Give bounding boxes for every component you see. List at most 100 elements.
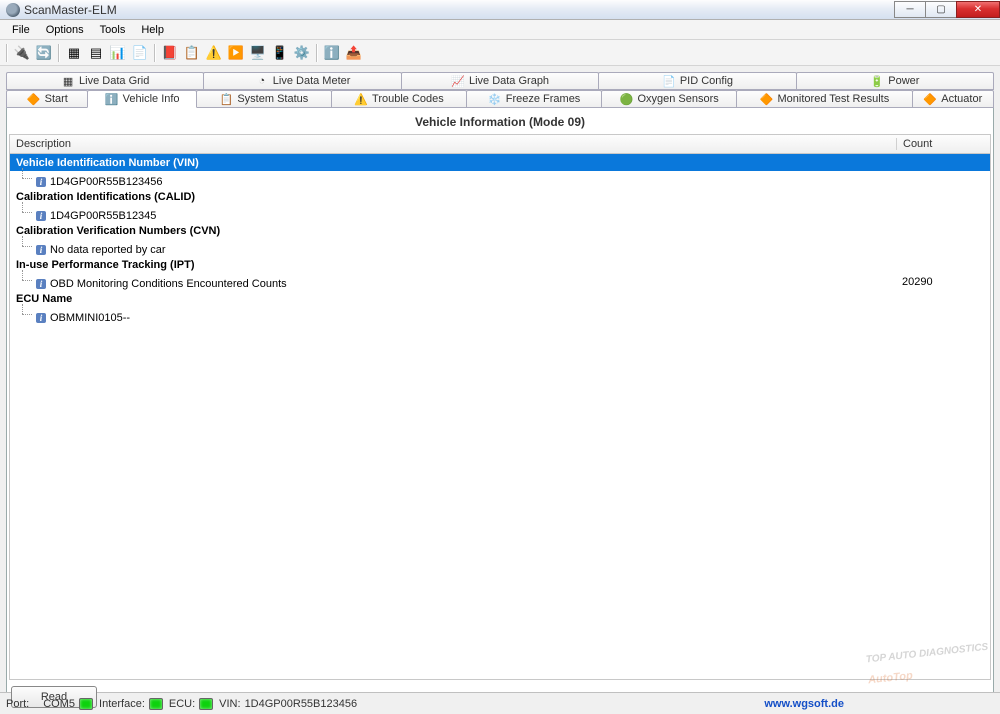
maximize-button[interactable]: ▢ xyxy=(925,1,957,18)
toolbar-sep xyxy=(316,44,318,62)
grid-icon: ▦ xyxy=(61,74,75,88)
tab-pid-config[interactable]: 📄 PID Config xyxy=(598,72,796,90)
tab-live-data-graph[interactable]: 📈Live Data Graph xyxy=(401,72,599,90)
row-label: 1D4GP00R55B12345 xyxy=(50,210,156,222)
doc-icon[interactable]: 📋 xyxy=(182,43,202,63)
row-label: OBMMINI0105-- xyxy=(50,312,130,324)
tab-label: Live Data Grid xyxy=(79,75,149,87)
port-label: Port: xyxy=(6,698,29,710)
refresh-icon[interactable]: 🔄 xyxy=(34,43,54,63)
tree-item-row[interactable]: iNo data reported by car xyxy=(10,239,990,256)
port-led-icon xyxy=(79,698,93,710)
tab-system-status[interactable]: 📋 System Status xyxy=(196,90,332,108)
row-description: iOBD Monitoring Conditions Encountered C… xyxy=(16,273,902,290)
tab-trouble-codes[interactable]: ⚠️Trouble Codes xyxy=(331,90,467,108)
monitor-icon[interactable]: 🖥️ xyxy=(248,43,268,63)
tab-start[interactable]: 🔶Start xyxy=(6,90,88,108)
tree-item-row[interactable]: iOBD Monitoring Conditions Encountered C… xyxy=(10,273,990,290)
grid-icon[interactable]: ▦ xyxy=(64,43,84,63)
toolbar-sep xyxy=(154,44,156,62)
row-count: 20290 xyxy=(902,276,984,288)
tab-label: Trouble Codes xyxy=(372,93,444,105)
upper-tab-row: ▦ Live Data Grid ◔Live Data Meter 📈Live D… xyxy=(6,72,994,90)
menu-options[interactable]: Options xyxy=(38,22,92,38)
sheet-icon[interactable]: 📄 xyxy=(130,43,150,63)
config-icon: 📄 xyxy=(662,74,676,88)
tab-live-data-meter[interactable]: ◔Live Data Meter xyxy=(203,72,401,90)
row-description: i1D4GP00R55B123456 xyxy=(16,171,902,188)
tree-group-row[interactable]: Calibration Identifications (CALID) xyxy=(10,188,990,205)
info-icon: i xyxy=(36,245,46,255)
row-description: i 1D4GP00R55B12345 xyxy=(16,205,902,222)
tree-group-row[interactable]: ECU Name xyxy=(10,290,990,307)
grid-header: Description Count xyxy=(9,134,991,154)
tab-freeze-frames[interactable]: ❄️Freeze Frames xyxy=(466,90,602,108)
menu-file[interactable]: File xyxy=(4,22,38,38)
tree-group-row[interactable]: In-use Performance Tracking (IPT) xyxy=(10,256,990,273)
tab-label: System Status xyxy=(237,93,308,105)
tab-label: Live Data Meter xyxy=(273,75,351,87)
warn-icon[interactable]: ⚠️ xyxy=(204,43,224,63)
tab-label: PID Config xyxy=(680,75,733,87)
connect-icon[interactable]: 🔌 xyxy=(12,43,32,63)
vin-label: VIN: xyxy=(219,698,240,710)
interface-label: Interface: xyxy=(99,698,145,710)
toolbar-sep xyxy=(58,44,60,62)
toolbar: 🔌 🔄 ▦ ▤ 📊 📄 📕 📋 ⚠️ ▶️ 🖥️ 📱 ⚙️ ℹ️ 📤 xyxy=(0,40,1000,66)
device-icon[interactable]: 📱 xyxy=(270,43,290,63)
interface-led-icon xyxy=(149,698,163,710)
tab-actuator[interactable]: 🔶Actuator xyxy=(912,90,994,108)
info-icon: i xyxy=(36,211,46,221)
tree-item-row[interactable]: iOBMMINI0105-- xyxy=(10,307,990,324)
info-icon[interactable]: ℹ️ xyxy=(322,43,342,63)
close-button[interactable]: ✕ xyxy=(956,1,1000,18)
status-ecu: ECU: xyxy=(169,698,213,710)
tab-monitored-results[interactable]: 🔶Monitored Test Results xyxy=(736,90,912,108)
tab-label: Live Data Graph xyxy=(469,75,549,87)
book-icon[interactable]: 📕 xyxy=(160,43,180,63)
tree-item-row[interactable]: i 1D4GP00R55B12345 xyxy=(10,205,990,222)
website-link[interactable]: www.wgsoft.de xyxy=(764,698,844,710)
column-count[interactable]: Count xyxy=(896,138,990,150)
tab-vehicle-info[interactable]: ℹ️Vehicle Info xyxy=(87,90,196,108)
tab-power[interactable]: 🔋 Power xyxy=(796,72,994,90)
window-title: ScanMaster-ELM xyxy=(24,3,117,17)
grid2-icon[interactable]: ▤ xyxy=(86,43,106,63)
row-label: Calibration Verification Numbers (CVN) xyxy=(16,225,220,237)
row-label: 1D4GP00R55B123456 xyxy=(50,176,163,188)
exit-icon[interactable]: 📤 xyxy=(344,43,364,63)
row-label: In-use Performance Tracking (IPT) xyxy=(16,259,195,271)
row-description: iNo data reported by car xyxy=(16,239,902,256)
tab-live-data-grid[interactable]: ▦ Live Data Grid xyxy=(6,72,204,90)
content-panel: Vehicle Information (Mode 09) Descriptio… xyxy=(6,107,994,711)
power-icon: 🔋 xyxy=(870,74,884,88)
status-port: Port: COM5 xyxy=(6,698,93,710)
start-icon: 🔶 xyxy=(27,92,41,106)
tree-area[interactable]: Vehicle Identification Number (VIN)i1D4G… xyxy=(9,154,991,680)
gear-icon[interactable]: ⚙️ xyxy=(292,43,312,63)
menu-help[interactable]: Help xyxy=(133,22,172,38)
tree-connector-icon xyxy=(16,239,36,253)
tree-item-row[interactable]: i1D4GP00R55B123456 xyxy=(10,171,990,188)
oxygen-icon: 🟢 xyxy=(619,92,633,106)
info-icon: ℹ️ xyxy=(105,92,119,106)
play-icon[interactable]: ▶️ xyxy=(226,43,246,63)
row-description: Vehicle Identification Number (VIN) xyxy=(16,157,902,169)
status-icon: 📋 xyxy=(219,92,233,106)
tree-connector-icon xyxy=(16,307,36,321)
menu-tools[interactable]: Tools xyxy=(92,22,134,38)
tab-label: Oxygen Sensors xyxy=(637,93,718,105)
tree-group-row[interactable]: Calibration Verification Numbers (CVN) xyxy=(10,222,990,239)
port-value: COM5 xyxy=(43,698,75,710)
tree-connector-icon xyxy=(16,273,36,287)
tree-group-row[interactable]: Vehicle Identification Number (VIN) xyxy=(10,154,990,171)
row-description: iOBMMINI0105-- xyxy=(16,307,902,324)
row-description: Calibration Identifications (CALID) xyxy=(16,191,902,203)
ecu-label: ECU: xyxy=(169,698,195,710)
minimize-button[interactable]: ─ xyxy=(894,1,926,18)
tab-label: Power xyxy=(888,75,919,87)
vin-value: 1D4GP00R55B123456 xyxy=(245,698,358,710)
chart-icon[interactable]: 📊 xyxy=(108,43,128,63)
column-description[interactable]: Description xyxy=(10,138,896,150)
tab-oxygen-sensors[interactable]: 🟢 Oxygen Sensors xyxy=(601,90,737,108)
